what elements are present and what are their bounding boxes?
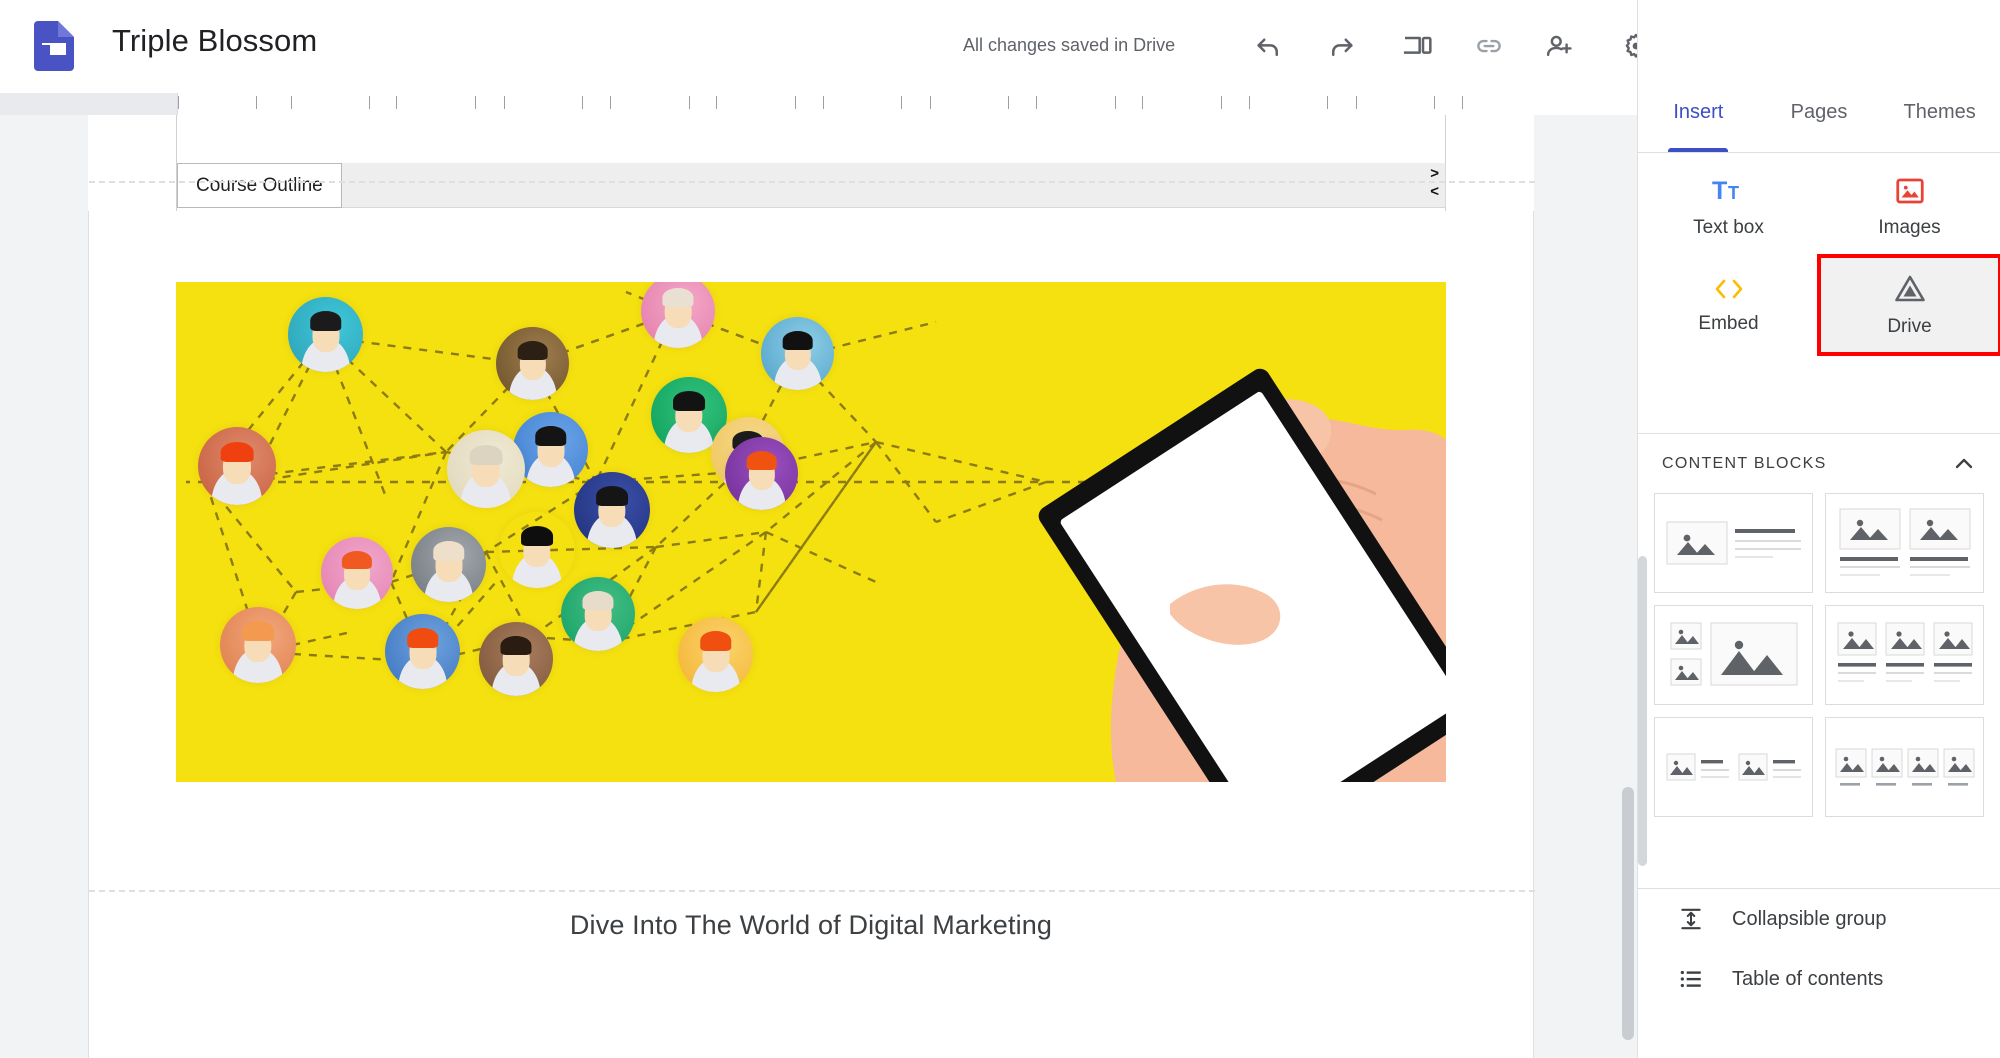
ruler-track: [177, 93, 1770, 115]
panel-list-item-label: Collapsible group: [1732, 907, 1887, 930]
avatar-node: [479, 622, 553, 696]
content-block-four-images-row[interactable]: [1825, 717, 1984, 817]
content-block-two-images-with-text[interactable]: [1825, 493, 1984, 593]
tab-pages[interactable]: Pages: [1759, 93, 1880, 152]
nav-tab-course-outline[interactable]: Course Outline: [177, 163, 342, 208]
insert-embed-button[interactable]: Embed: [1638, 256, 1819, 354]
redo-icon[interactable]: [1314, 18, 1370, 74]
insert-images-button[interactable]: Images: [1819, 158, 2000, 256]
nav-next-icon[interactable]: >: [1430, 166, 1439, 181]
content-block-two-image-text-pairs[interactable]: [1654, 717, 1813, 817]
copy-link-icon[interactable]: [1461, 18, 1517, 74]
preview-device-icon[interactable]: [1389, 18, 1445, 74]
insert-text-box-button[interactable]: T T Text box: [1638, 158, 1819, 256]
avatar-node: [725, 437, 798, 510]
hero-caption[interactable]: Dive Into The World of Digital Marketing: [176, 910, 1446, 941]
insert-item-label: Drive: [1887, 315, 1932, 337]
site-header-section[interactable]: Course Outline > <: [88, 115, 1534, 211]
content-blocks-title: CONTENT BLOCKS: [1662, 454, 1827, 472]
insert-item-label: Images: [1878, 216, 1941, 238]
section-divider-middle: [89, 890, 1535, 892]
insert-side-panel: Insert Pages Themes T T Text box Images: [1637, 0, 2000, 1058]
nav-prev-icon[interactable]: <: [1430, 184, 1439, 199]
google-sites-icon[interactable]: [28, 20, 80, 72]
insert-drive-button[interactable]: Drive: [1817, 254, 2000, 356]
horizontal-ruler[interactable]: [0, 93, 1770, 115]
tab-insert[interactable]: Insert: [1638, 93, 1759, 152]
avatar-node: [678, 617, 753, 692]
panel-tab-bar: Insert Pages Themes: [1638, 93, 2000, 153]
site-nav-strip[interactable]: Course Outline > <: [177, 163, 1446, 208]
images-icon: [1895, 176, 1925, 206]
avatar-node: [220, 607, 296, 683]
avatar-node: [447, 430, 525, 508]
avatar-node: [761, 317, 834, 390]
google-drive-icon: [1893, 273, 1927, 305]
chevron-up-icon[interactable]: [1952, 452, 1976, 476]
tab-themes[interactable]: Themes: [1879, 93, 2000, 152]
svg-text:T: T: [1712, 177, 1727, 205]
panel-extra-list: Collapsible group Table of contents: [1638, 888, 2000, 1009]
svg-text:T: T: [1728, 183, 1739, 203]
section-divider-top: [89, 181, 1535, 183]
avatar-node: [385, 614, 460, 689]
content-blocks-section-header[interactable]: CONTENT BLOCKS: [1638, 433, 2000, 493]
avatar-node: [411, 527, 486, 602]
panel-list-item-label: Table of contents: [1732, 967, 1884, 990]
hand-holding-tablet-illustration: [1038, 368, 1446, 782]
insert-item-label: Text box: [1693, 216, 1764, 238]
insert-items-grid: T T Text box Images Embed Drive: [1638, 158, 2000, 356]
avatar-node: [574, 472, 650, 548]
content-block-two-small-one-large[interactable]: [1654, 605, 1813, 705]
table-of-contents-icon: [1678, 966, 1704, 992]
canvas-scrollbar-thumb[interactable]: [1622, 787, 1634, 1040]
insert-table-of-contents-button[interactable]: Table of contents: [1638, 949, 2000, 1009]
avatar-node: [499, 512, 575, 588]
save-status-text: All changes saved in Drive: [963, 35, 1176, 55]
hero-image[interactable]: [176, 282, 1446, 782]
avatar-node: [321, 537, 393, 609]
page-title[interactable]: Triple Blossom: [112, 23, 317, 59]
page-canvas[interactable]: Course Outline > < Dive Into The World o…: [0, 115, 1637, 1058]
content-blocks-grid: [1638, 493, 2000, 817]
content-block-three-images-with-text[interactable]: [1825, 605, 1984, 705]
panel-scrollbar-thumb[interactable]: [1638, 556, 1647, 866]
undo-icon[interactable]: [1240, 18, 1296, 74]
collapsible-group-icon: [1678, 906, 1704, 932]
avatar-node: [496, 327, 569, 400]
avatar-node: [288, 297, 363, 372]
insert-item-label: Embed: [1698, 312, 1759, 334]
insert-collapsible-group-button[interactable]: Collapsible group: [1638, 889, 2000, 949]
avatar-node: [198, 427, 276, 505]
embed-code-icon: [1712, 276, 1746, 302]
add-person-icon[interactable]: [1531, 18, 1587, 74]
avatar-node: [561, 577, 635, 651]
text-box-icon: T T: [1712, 176, 1746, 206]
content-block-image-left-text-right[interactable]: [1654, 493, 1813, 593]
